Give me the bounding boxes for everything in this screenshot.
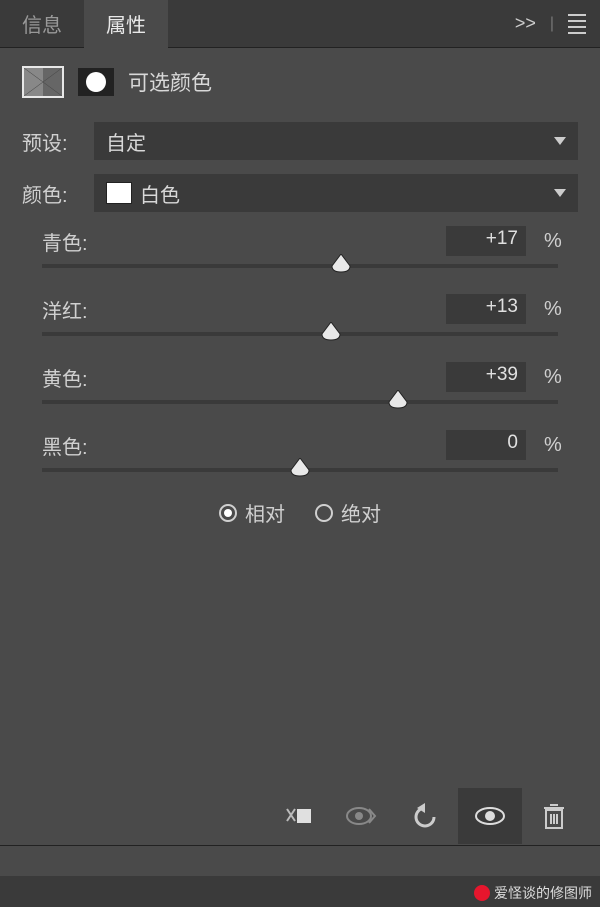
- black-slider[interactable]: [42, 468, 558, 472]
- black-thumb[interactable]: [289, 458, 311, 478]
- radio-relative[interactable]: 相对: [219, 498, 285, 527]
- percent-label: %: [544, 366, 568, 389]
- percent-label: %: [544, 298, 568, 321]
- color-swatch: [106, 182, 132, 204]
- cyan-input[interactable]: +17: [446, 226, 526, 256]
- magenta-input[interactable]: +13: [446, 294, 526, 324]
- panel-title: 可选颜色: [128, 67, 212, 97]
- cyan-label: 青色:: [32, 227, 446, 256]
- color-label: 颜色:: [22, 179, 82, 208]
- collapse-icon[interactable]: >>: [515, 13, 536, 34]
- percent-label: %: [544, 434, 568, 457]
- radio-relative-label: 相对: [245, 498, 285, 527]
- preset-select[interactable]: 自定: [94, 122, 578, 160]
- preset-value: 自定: [106, 127, 146, 156]
- chevron-down-icon: [554, 189, 566, 197]
- watermark: 爱怪谈的修图师: [474, 883, 592, 903]
- cyan-slider[interactable]: [42, 264, 558, 268]
- delete-button[interactable]: [522, 788, 586, 844]
- yellow-label: 黄色:: [32, 363, 446, 392]
- radio-absolute[interactable]: 绝对: [315, 498, 381, 527]
- radio-absolute-label: 绝对: [341, 498, 381, 527]
- yellow-thumb[interactable]: [387, 390, 409, 410]
- weibo-icon: [474, 885, 490, 901]
- chevron-down-icon: [554, 137, 566, 145]
- black-label: 黑色:: [32, 431, 446, 460]
- color-select[interactable]: 白色: [94, 174, 578, 212]
- radio-circle-icon: [315, 504, 333, 522]
- yellow-input[interactable]: +39: [446, 362, 526, 392]
- preset-label: 预设:: [22, 127, 82, 156]
- reset-button[interactable]: [394, 788, 458, 844]
- cyan-thumb[interactable]: [330, 254, 352, 274]
- layer-mask-icon[interactable]: [78, 68, 114, 96]
- toggle-visibility-button[interactable]: [458, 788, 522, 844]
- radio-dot-icon: [219, 504, 237, 522]
- clip-to-layer-button[interactable]: [266, 788, 330, 844]
- view-previous-button[interactable]: [330, 788, 394, 844]
- tab-properties[interactable]: 属性: [84, 0, 168, 50]
- panel-menu-icon[interactable]: [568, 14, 586, 34]
- selective-color-icon: [22, 66, 64, 98]
- magenta-thumb[interactable]: [320, 322, 342, 342]
- black-input[interactable]: 0: [446, 430, 526, 460]
- tab-info[interactable]: 信息: [0, 0, 84, 50]
- percent-label: %: [544, 230, 568, 253]
- yellow-slider[interactable]: [42, 400, 558, 404]
- divider: |: [550, 15, 554, 33]
- magenta-slider[interactable]: [42, 332, 558, 336]
- magenta-label: 洋红:: [32, 295, 446, 324]
- color-value: 白色: [140, 179, 180, 208]
